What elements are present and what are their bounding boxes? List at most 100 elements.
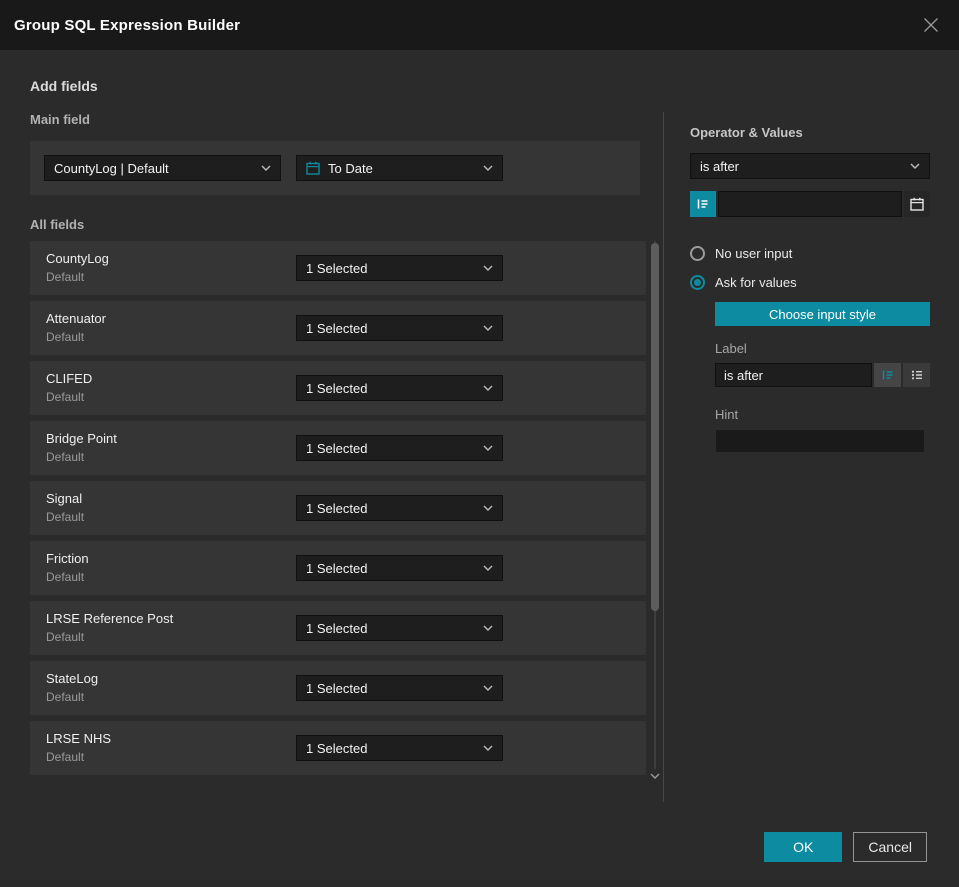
- field-name: StateLog: [46, 671, 99, 686]
- field-row: LRSE NHS Default 1 Selected: [30, 721, 646, 775]
- label-caption: Label: [715, 341, 747, 356]
- field-row-text: StateLog Default: [46, 671, 98, 704]
- select-value: 1 Selected: [306, 320, 368, 336]
- field-sublabel: Default: [46, 450, 85, 464]
- value-row: [690, 191, 930, 217]
- field-row: StateLog Default 1 Selected: [30, 661, 646, 715]
- operator-values-panel: Operator & Values is after No user input…: [690, 112, 930, 802]
- list-scrollbar[interactable]: [648, 241, 660, 779]
- dialog-footer: OK Cancel: [764, 832, 927, 862]
- field-name: LRSE NHS: [46, 731, 112, 746]
- operator-values-heading: Operator & Values: [690, 125, 803, 140]
- chevron-down-icon: [910, 163, 920, 169]
- field-sublabel: Default: [46, 330, 85, 344]
- label-row: [715, 363, 930, 387]
- dialog-columns: Main field CountyLog | Default To Date A…: [0, 112, 959, 802]
- field-values-select[interactable]: 1 Selected: [296, 435, 503, 461]
- field-values-select[interactable]: 1 Selected: [296, 255, 503, 281]
- select-value: 1 Selected: [306, 680, 368, 696]
- field-row: Bridge Point Default 1 Selected: [30, 421, 646, 475]
- select-value: 1 Selected: [306, 620, 368, 636]
- select-value: 1 Selected: [306, 740, 368, 756]
- chevron-down-icon: [483, 265, 493, 271]
- column-divider: [663, 112, 664, 802]
- field-row-text: Attenuator Default: [46, 311, 106, 344]
- field-name: LRSE Reference Post: [46, 611, 174, 626]
- field-row-text: Signal Default: [46, 491, 84, 524]
- field-row-text: CLIFED Default: [46, 371, 92, 404]
- chevron-down-icon: [483, 685, 493, 691]
- select-value: CountyLog | Default: [54, 160, 169, 176]
- radio-icon: [690, 245, 705, 261]
- field-name: CountyLog: [46, 251, 109, 266]
- chevron-down-icon: [483, 385, 493, 391]
- field-values-select[interactable]: 1 Selected: [296, 375, 503, 401]
- chevron-down-icon: [483, 445, 493, 451]
- field-row: Attenuator Default 1 Selected: [30, 301, 646, 355]
- field-sublabel: Default: [46, 390, 85, 404]
- field-name: Signal: [46, 491, 83, 506]
- dialog-title: Group SQL Expression Builder: [14, 16, 241, 34]
- field-row-text: Friction Default: [46, 551, 89, 584]
- calendar-icon: [306, 161, 320, 175]
- select-value: 1 Selected: [306, 260, 368, 276]
- field-sublabel: Default: [46, 570, 85, 584]
- field-values-select[interactable]: 1 Selected: [296, 555, 503, 581]
- style-option-text-button[interactable]: [874, 363, 901, 387]
- radio-ask-for-values[interactable]: Ask for values: [690, 270, 930, 294]
- field-values-select[interactable]: 1 Selected: [296, 735, 503, 761]
- radio-no-user-input[interactable]: No user input: [690, 241, 930, 265]
- chevron-down-icon: [483, 325, 493, 331]
- date-type-select[interactable]: To Date: [296, 155, 503, 181]
- ask-for-values-group: Choose input style Label Hi: [715, 302, 930, 453]
- field-row-text: CountyLog Default: [46, 251, 109, 284]
- field-row: CountyLog Default 1 Selected: [30, 241, 646, 295]
- close-icon: [923, 17, 939, 33]
- main-field-label: Main field: [30, 112, 90, 127]
- chevron-down-icon: [483, 745, 493, 751]
- field-row-text: LRSE Reference Post Default: [46, 611, 173, 644]
- field-values-select[interactable]: 1 Selected: [296, 495, 503, 521]
- text-lines-icon: [881, 368, 895, 382]
- form-lines-icon: [696, 197, 710, 211]
- value-input[interactable]: [718, 191, 902, 217]
- field-sublabel: Default: [46, 510, 85, 524]
- choose-input-style-button[interactable]: Choose input style: [715, 302, 930, 326]
- hint-caption: Hint: [715, 407, 739, 422]
- field-row: Signal Default 1 Selected: [30, 481, 646, 535]
- field-row: Friction Default 1 Selected: [30, 541, 646, 595]
- field-values-select[interactable]: 1 Selected: [296, 675, 503, 701]
- add-fields-heading: Add fields: [30, 78, 98, 94]
- chevron-down-icon: [483, 565, 493, 571]
- fields-list-wrap: CountyLog Default 1 Selected Attenuator …: [30, 241, 660, 781]
- list-icon: [910, 368, 924, 382]
- scrollbar-thumb[interactable]: [651, 243, 659, 611]
- field-values-select[interactable]: 1 Selected: [296, 615, 503, 641]
- chevron-down-icon: [483, 165, 493, 171]
- main-field-select[interactable]: CountyLog | Default: [44, 155, 281, 181]
- ok-button[interactable]: OK: [764, 832, 843, 862]
- field-name: Attenuator: [46, 311, 106, 326]
- style-option-list-button[interactable]: [903, 363, 930, 387]
- close-button[interactable]: [921, 15, 941, 35]
- hint-input[interactable]: [715, 429, 925, 453]
- date-picker-button[interactable]: [904, 191, 930, 217]
- chevron-down-icon: [261, 165, 271, 171]
- select-value: 1 Selected: [306, 560, 368, 576]
- field-row-text: LRSE NHS Default: [46, 731, 111, 764]
- label-input[interactable]: [715, 363, 872, 387]
- field-row: CLIFED Default 1 Selected: [30, 361, 646, 415]
- field-values-select[interactable]: 1 Selected: [296, 315, 503, 341]
- scroll-down-icon[interactable]: [650, 773, 660, 779]
- chevron-down-icon: [483, 505, 493, 511]
- radio-icon: [690, 274, 705, 290]
- select-value: 1 Selected: [306, 380, 368, 396]
- select-value: is after: [700, 158, 740, 174]
- group-sql-expression-builder-dialog: Group SQL Expression Builder Add fields …: [0, 0, 959, 887]
- operator-select[interactable]: is after: [690, 153, 930, 179]
- fields-list: CountyLog Default 1 Selected Attenuator …: [30, 241, 646, 781]
- all-fields-label: All fields: [30, 217, 85, 232]
- select-value: 1 Selected: [306, 500, 368, 516]
- cancel-button[interactable]: Cancel: [853, 832, 927, 862]
- input-style-button[interactable]: [690, 191, 716, 217]
